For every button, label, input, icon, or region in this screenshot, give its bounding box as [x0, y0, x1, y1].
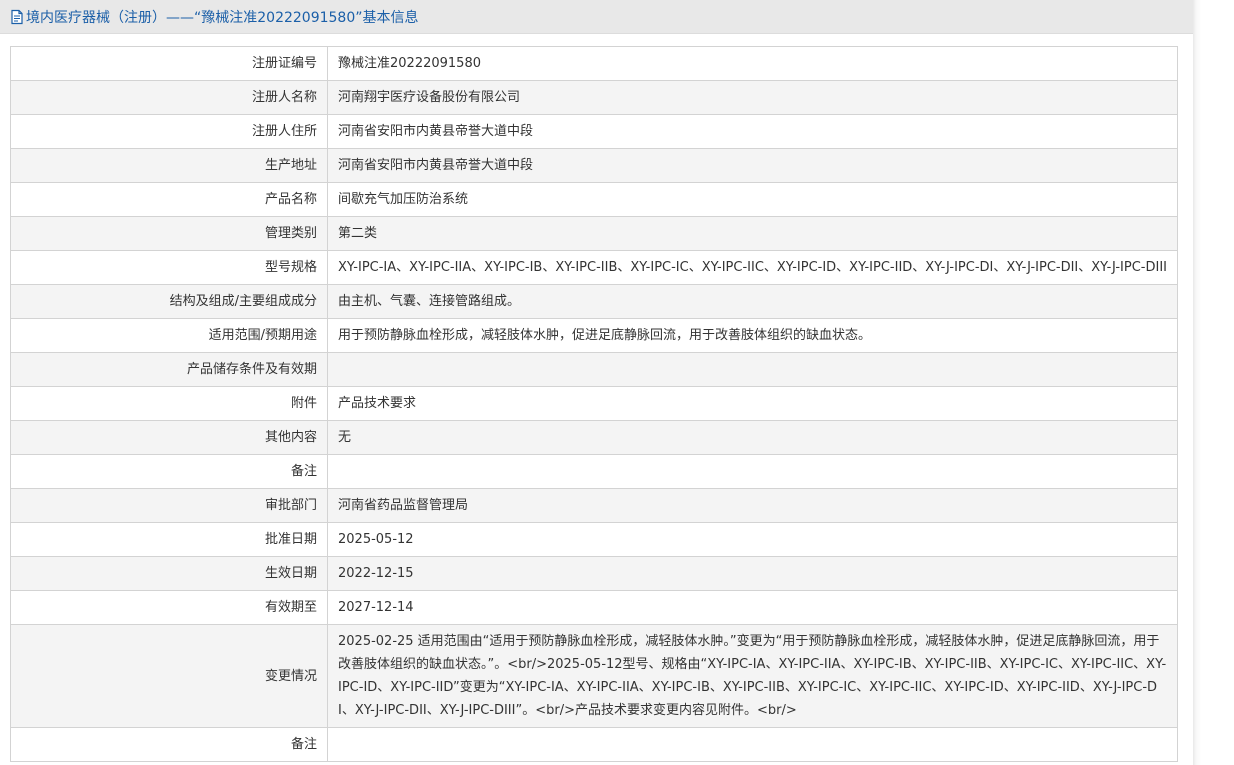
field-label: 变更情况: [10, 624, 328, 728]
field-label: 生效日期: [10, 556, 328, 591]
page-title: 境内医疗器械（注册）——“豫械注准20222091580”基本信息: [26, 9, 419, 26]
field-value: 2025-02-25 适用范围由“适用于预防静脉血栓形成，减轻肢体水肿。”变更为…: [327, 624, 1178, 728]
table-row: 适用范围/预期用途 用于预防静脉血栓形成，减轻肢体水肿，促进足底静脉回流，用于改…: [10, 318, 1178, 353]
table-row: 备注: [10, 727, 1178, 762]
field-value: 河南省药品监督管理局: [327, 488, 1178, 523]
table-row: 有效期至 2027-12-14: [10, 590, 1178, 625]
field-label: 审批部门: [10, 488, 328, 523]
table-row: 注册人住所 河南省安阳市内黄县帝誉大道中段: [10, 114, 1178, 149]
field-label: 有效期至: [10, 590, 328, 625]
window-edge: [1193, 0, 1234, 765]
title-bar: 境内医疗器械（注册）——“豫械注准20222091580”基本信息: [0, 0, 1193, 34]
table-row: 备注: [10, 454, 1178, 489]
field-label: 附件: [10, 386, 328, 421]
field-value: [327, 352, 1178, 387]
field-label: 管理类别: [10, 216, 328, 251]
table-row: 生产地址 河南省安阳市内黄县帝誉大道中段: [10, 148, 1178, 183]
field-label: 型号规格: [10, 250, 328, 285]
field-label: 批准日期: [10, 522, 328, 557]
table-row: 结构及组成/主要组成成分 由主机、气囊、连接管路组成。: [10, 284, 1178, 319]
field-value: 由主机、气囊、连接管路组成。: [327, 284, 1178, 319]
field-value: 河南翔宇医疗设备股份有限公司: [327, 80, 1178, 115]
table-row: 产品名称 间歇充气加压防治系统: [10, 182, 1178, 217]
field-value: 河南省安阳市内黄县帝誉大道中段: [327, 114, 1178, 149]
page: 境内医疗器械（注册）——“豫械注准20222091580”基本信息 注册证编号 …: [0, 0, 1234, 765]
field-label: 注册证编号: [10, 46, 328, 81]
field-label: 备注: [10, 727, 328, 762]
table-row: 型号规格 XY-IPC-IA、XY-IPC-IIA、XY-IPC-IB、XY-I…: [10, 250, 1178, 285]
field-value: 间歇充气加压防治系统: [327, 182, 1178, 217]
field-label: 生产地址: [10, 148, 328, 183]
info-table: 注册证编号 豫械注准20222091580 注册人名称 河南翔宇医疗设备股份有限…: [10, 46, 1178, 762]
field-value: 用于预防静脉血栓形成，减轻肢体水肿，促进足底静脉回流，用于改善肢体组织的缺血状态…: [327, 318, 1178, 353]
field-label: 注册人名称: [10, 80, 328, 115]
table-row: 生效日期 2022-12-15: [10, 556, 1178, 591]
table-row: 变更情况 2025-02-25 适用范围由“适用于预防静脉血栓形成，减轻肢体水肿…: [10, 624, 1178, 728]
content-panel: 境内医疗器械（注册）——“豫械注准20222091580”基本信息 注册证编号 …: [0, 0, 1193, 765]
table-row: 批准日期 2025-05-12: [10, 522, 1178, 557]
field-value: 豫械注准20222091580: [327, 46, 1178, 81]
field-value: 2025-05-12: [327, 522, 1178, 557]
field-value: [327, 727, 1178, 762]
field-label: 其他内容: [10, 420, 328, 455]
field-label: 适用范围/预期用途: [10, 318, 328, 353]
field-label: 产品名称: [10, 182, 328, 217]
field-label: 产品储存条件及有效期: [10, 352, 328, 387]
table-row: 产品储存条件及有效期: [10, 352, 1178, 387]
field-label: 结构及组成/主要组成成分: [10, 284, 328, 319]
table-row: 其他内容 无: [10, 420, 1178, 455]
field-value: [327, 454, 1178, 489]
field-value: XY-IPC-IA、XY-IPC-IIA、XY-IPC-IB、XY-IPC-II…: [327, 250, 1178, 285]
table-row: 管理类别 第二类: [10, 216, 1178, 251]
table-row: 审批部门 河南省药品监督管理局: [10, 488, 1178, 523]
info-table-body: 注册证编号 豫械注准20222091580 注册人名称 河南翔宇医疗设备股份有限…: [10, 46, 1178, 762]
document-icon: [10, 9, 24, 25]
field-label: 备注: [10, 454, 328, 489]
field-value: 第二类: [327, 216, 1178, 251]
field-value: 2027-12-14: [327, 590, 1178, 625]
info-table-wrap: 注册证编号 豫械注准20222091580 注册人名称 河南翔宇医疗设备股份有限…: [10, 46, 1178, 762]
table-row: 附件 产品技术要求: [10, 386, 1178, 421]
table-row: 注册证编号 豫械注准20222091580: [10, 46, 1178, 81]
field-value: 河南省安阳市内黄县帝誉大道中段: [327, 148, 1178, 183]
table-row: 注册人名称 河南翔宇医疗设备股份有限公司: [10, 80, 1178, 115]
field-label: 注册人住所: [10, 114, 328, 149]
field-value: 无: [327, 420, 1178, 455]
field-value: 产品技术要求: [327, 386, 1178, 421]
field-value: 2022-12-15: [327, 556, 1178, 591]
